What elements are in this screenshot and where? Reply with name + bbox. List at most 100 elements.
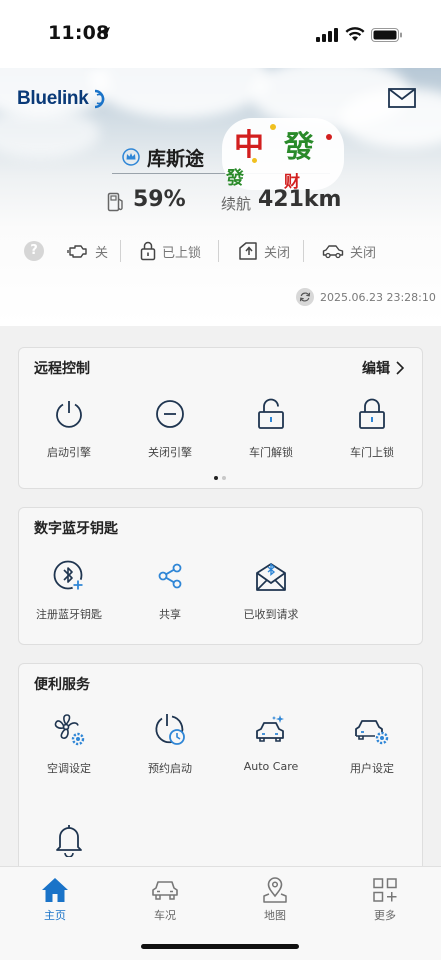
start-engine-label: 启动引擎 [47,446,91,459]
lock-doors-label: 车门上锁 [350,446,394,459]
battery-icon [371,28,402,42]
remote-control-title: 远程控制 [34,361,90,377]
page-dot-active[interactable] [214,476,218,480]
minus-circle-icon [156,400,184,428]
climate-settings-button[interactable]: 空调设定 [19,712,119,776]
fortune-sticker: 中 發 發 财 [222,118,344,191]
range-label: 续航 [221,195,252,213]
fan-gear-icon [54,714,85,746]
power-icon [56,401,82,428]
start-engine-button[interactable]: 启动引擎 [19,396,119,460]
services-title: 便利服务 [34,677,90,693]
lock-icon [359,398,385,429]
window-status-label: 关闭 [264,245,291,261]
page-dot[interactable] [222,476,226,480]
stop-engine-button[interactable]: 关闭引擎 [120,396,220,460]
window-status: 关闭 [238,236,290,266]
scheduled-start-label: 预约启动 [148,762,192,775]
digital-key-title: 数字蓝牙钥匙 [34,521,118,537]
fuel-level: 59% [133,187,186,212]
vehicle-name: 库斯途 [147,148,205,170]
user-settings-button[interactable]: 用户设定 [322,712,422,776]
car-icon [152,881,178,900]
help-icon: ? [24,241,44,261]
chevron-right-icon [396,361,404,375]
last-updated[interactable]: 2025.06.23 23:28:10 [296,288,436,306]
car-gear-icon [355,720,389,745]
bluelink-logo-ring-icon [94,89,105,109]
share-icon [158,563,182,589]
register-bluetooth-key-button[interactable]: 注册蓝牙钥匙 [19,558,119,622]
location-arrow-icon [98,27,110,39]
car-sparkle-icon [256,715,284,742]
unlock-icon [258,398,284,429]
cellular-signal-icon [316,28,338,42]
window-icon [239,242,257,260]
lock-icon [140,241,156,261]
tab-vehicle-status-label: 车况 [154,909,176,922]
range-value: 421km [258,187,342,212]
engine-icon [67,245,87,258]
lock-status-label: 已上锁 [162,245,202,261]
climate-settings-label: 空调设定 [47,762,91,775]
received-requests-button[interactable]: 已收到请求 [221,558,321,622]
divider [218,240,219,262]
home-icon [42,878,68,902]
map-pin-icon [263,877,287,903]
tab-map-label: 地图 [264,909,286,922]
share-key-label: 共享 [159,608,181,621]
crown-icon [122,148,140,166]
lock-doors-button[interactable]: 车门上锁 [322,396,422,460]
user-settings-label: 用户设定 [350,762,394,775]
digital-key-card: 数字蓝牙钥匙 注册蓝牙钥匙 共享 已收到请求 [18,507,423,645]
sticker-char: 發 [284,130,314,165]
vehicle-status-row: ? 关 已上锁 关闭 关闭 [0,236,441,266]
auto-care-label: Auto Care [243,760,299,773]
fuel-pump-icon [107,192,123,212]
wifi-icon [345,27,365,41]
auto-care-button[interactable]: Auto Care [221,712,321,773]
status-bar: 11:08 [0,0,441,68]
page-indicator[interactable] [214,476,226,480]
vehicle-hero: Bluelink 库斯途 中 發 發 财 59% 续航 421km ? 关 已上… [0,68,441,326]
lock-status: 已上锁 [140,236,201,266]
edit-label: 编辑 [362,361,390,377]
bluelink-logo: Bluelink [17,88,89,109]
power-clock-icon [155,714,185,745]
tab-vehicle-status[interactable]: 车况 [125,875,205,923]
bell-icon [56,825,82,857]
register-bluetooth-key-label: 注册蓝牙钥匙 [36,608,102,621]
tab-more[interactable]: 更多 [345,875,425,923]
envelope-bluetooth-icon [256,563,286,591]
tab-map[interactable]: 地图 [235,875,315,923]
grid-plus-icon [373,878,397,902]
services-card: 便利服务 空调设定 预约启动 Auto Care 用户设定 [18,663,423,873]
car-door-icon [322,245,344,259]
share-key-button[interactable]: 共享 [120,558,220,622]
bluetooth-add-icon [53,560,84,591]
last-updated-time: 2025.06.23 23:28:10 [320,290,436,304]
door-status: 关闭 [322,236,376,266]
door-status-label: 关闭 [350,245,377,261]
home-indicator[interactable] [141,944,299,949]
stop-engine-label: 关闭引擎 [148,446,192,459]
remote-control-card: 远程控制 编辑 启动引擎 关闭引擎 车门解锁 车门上锁 [18,347,423,489]
app-screen: 11:08 Bluelink 库斯途 中 發 發 财 59% 续航 421km … [0,0,441,960]
help-button[interactable]: ? [24,236,44,266]
mail-icon[interactable] [388,88,416,108]
edit-button[interactable]: 编辑 [362,358,404,378]
divider [120,240,121,262]
sticker-char: 發 [226,168,244,189]
divider [303,240,304,262]
tab-home[interactable]: 主页 [15,875,95,923]
notification-button[interactable] [19,822,119,870]
tab-more-label: 更多 [374,909,396,922]
refresh-icon[interactable] [296,288,314,306]
sticker-char: 中 [234,128,264,163]
unlock-doors-label: 车门解锁 [249,446,293,459]
received-requests-label: 已收到请求 [243,608,299,621]
engine-status-label: 关 [95,245,109,261]
tab-home-label: 主页 [44,909,66,922]
unlock-doors-button[interactable]: 车门解锁 [221,396,321,460]
scheduled-start-button[interactable]: 预约启动 [120,712,220,776]
